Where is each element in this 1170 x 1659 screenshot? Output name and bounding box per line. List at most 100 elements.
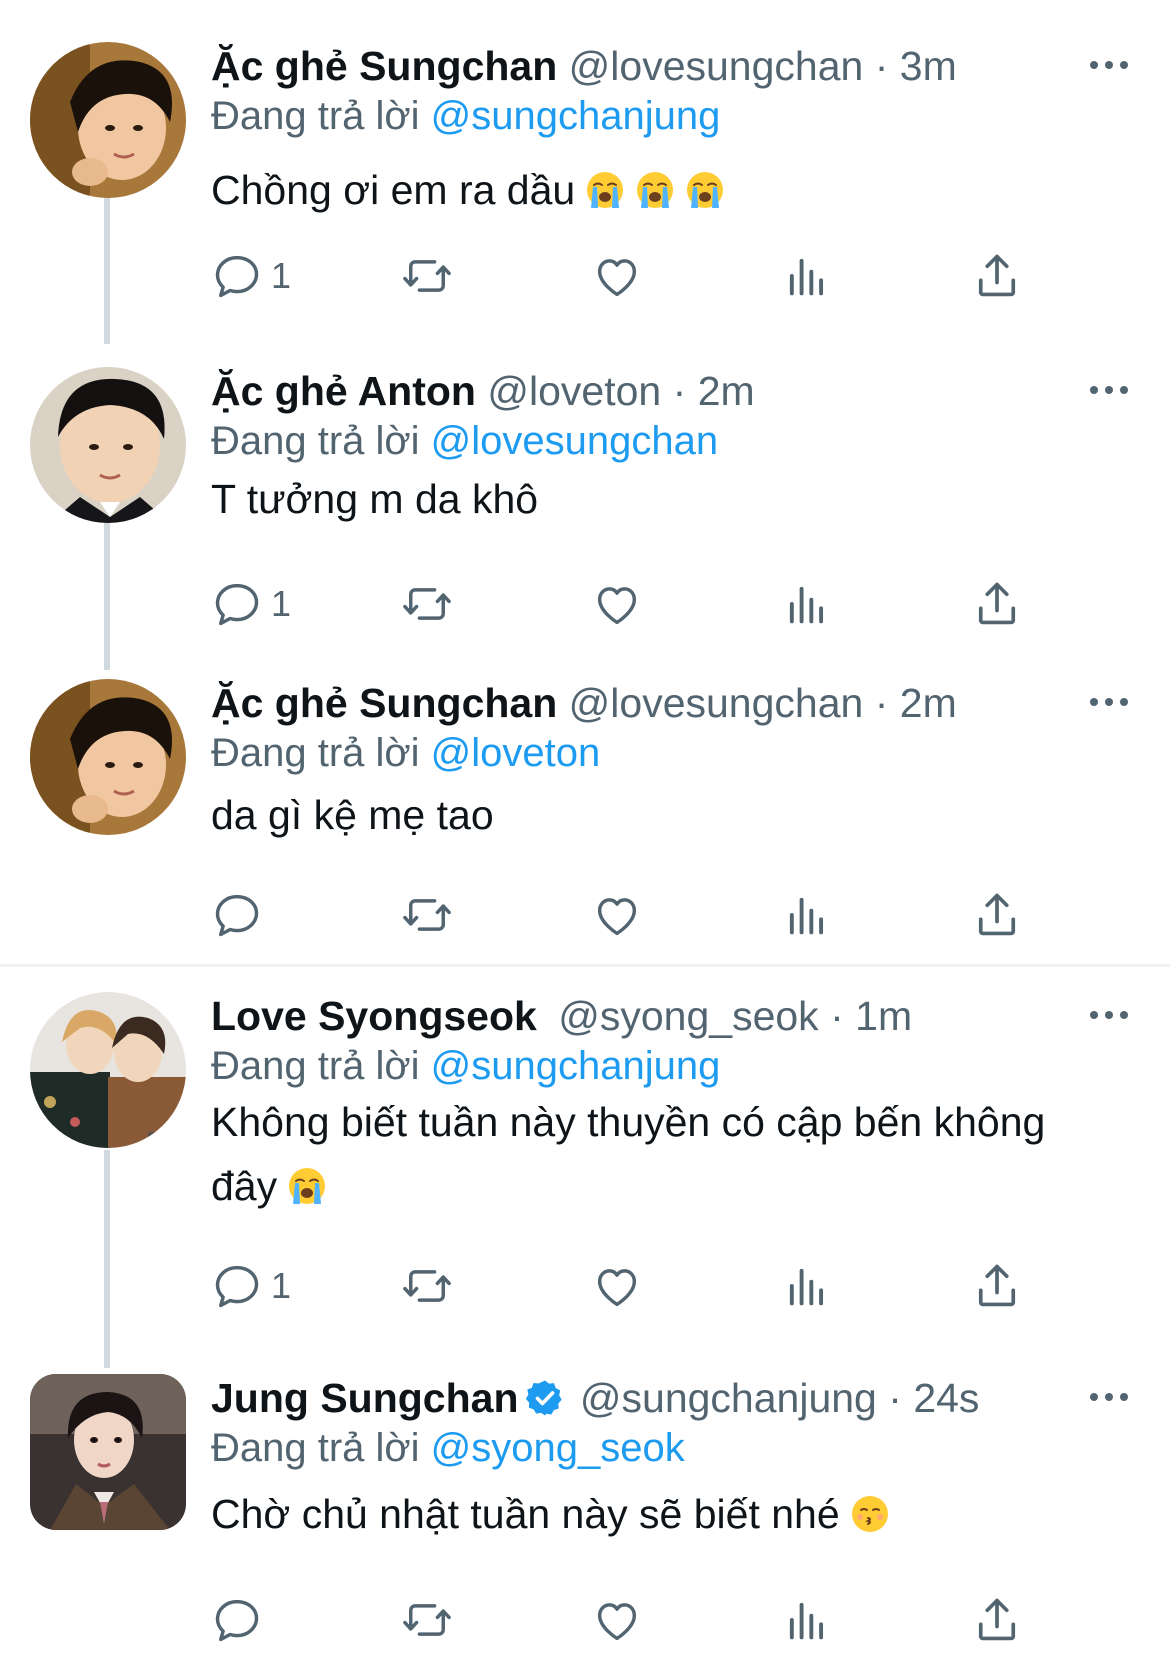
avatar-image <box>30 367 186 523</box>
handle[interactable]: @syong_seok <box>558 993 818 1039</box>
tweet-text: Chồng ơi em ra dầu <box>211 158 1131 222</box>
like-button[interactable] <box>591 1258 643 1314</box>
heart-icon <box>591 250 643 302</box>
handle[interactable]: @sungchanjung <box>580 1375 877 1421</box>
tweet-header: Jung Sungchan @sungchanjung · 24s <box>211 1374 979 1422</box>
analytics-button[interactable] <box>781 1258 833 1314</box>
reply-button[interactable]: 1 <box>211 248 291 304</box>
tweet-text-content: đây <box>211 1163 278 1209</box>
mention-link[interactable]: @syong_seok <box>431 1426 685 1470</box>
share-button[interactable] <box>971 248 1023 304</box>
replying-to-label: Đang trả lời <box>211 1426 420 1470</box>
avatar[interactable] <box>30 367 186 523</box>
analytics-button[interactable] <box>781 576 833 632</box>
tweet[interactable]: Jung Sungchan @sungchanjung · 24s Đang t… <box>0 1374 1170 1659</box>
analytics-button[interactable] <box>781 248 833 304</box>
mention-link[interactable]: @sungchanjung <box>431 94 721 138</box>
tweet-header: Ặc ghẻ Sungchan @lovesungchan · 3m <box>211 42 957 90</box>
tweet[interactable]: Ặc ghẻ Anton @loveton · 2m Đang trả lời … <box>0 367 1170 657</box>
loudly-crying-face-emoji <box>685 170 725 210</box>
retweet-icon <box>401 1260 453 1312</box>
action-bar: 1 <box>211 576 1091 632</box>
retweet-icon <box>401 889 453 941</box>
handle[interactable]: @loveton <box>487 368 661 414</box>
display-name[interactable]: Ặc ghẻ Sungchan <box>211 680 557 726</box>
share-button[interactable] <box>971 1592 1023 1648</box>
retweet-icon <box>401 578 453 630</box>
retweet-button[interactable] <box>401 248 453 304</box>
tweet-text-line: Không biết tuần này thuyền có cập bến kh… <box>211 1099 1046 1145</box>
tweet[interactable]: Ặc ghẻ Sungchan @lovesungchan · 2m Đang … <box>0 679 1170 949</box>
share-button[interactable] <box>971 887 1023 943</box>
display-name[interactable]: Love Syongseok <box>211 993 537 1039</box>
more-icon[interactable] <box>1086 50 1132 80</box>
avatar-image <box>30 42 186 198</box>
tweet-text: T tưởng m da khô <box>211 467 1131 531</box>
action-bar: 1 <box>211 1258 1091 1314</box>
mention-link[interactable]: @loveton <box>431 731 601 775</box>
reply-button[interactable] <box>211 1592 271 1648</box>
replying-to-label: Đang trả lời <box>211 419 420 463</box>
like-button[interactable] <box>591 248 643 304</box>
timestamp[interactable]: 24s <box>913 1375 979 1421</box>
timestamp[interactable]: 2m <box>900 680 957 726</box>
reply-button[interactable] <box>211 887 271 943</box>
display-name[interactable]: Jung Sungchan <box>211 1375 519 1421</box>
retweet-icon <box>401 250 453 302</box>
reply-icon <box>211 1260 263 1312</box>
timestamp[interactable]: 3m <box>900 43 957 89</box>
more-icon[interactable] <box>1086 1382 1132 1412</box>
avatar[interactable] <box>30 992 186 1148</box>
tweet-text-content: T tưởng m da khô <box>211 476 539 522</box>
more-icon[interactable] <box>1086 375 1132 405</box>
share-icon <box>971 250 1023 302</box>
heart-icon <box>591 1260 643 1312</box>
like-button[interactable] <box>591 887 643 943</box>
avatar[interactable] <box>30 679 186 835</box>
tweet-text-content: Chờ chủ nhật tuần này sẽ biết nhé <box>211 1491 840 1537</box>
analytics-icon <box>781 1594 833 1646</box>
retweet-button[interactable] <box>401 576 453 632</box>
tweet-text: Chờ chủ nhật tuần này sẽ biết nhé <box>211 1482 1131 1546</box>
like-button[interactable] <box>591 576 643 632</box>
more-icon[interactable] <box>1086 687 1132 717</box>
analytics-button[interactable] <box>781 887 833 943</box>
retweet-button[interactable] <box>401 887 453 943</box>
retweet-button[interactable] <box>401 1592 453 1648</box>
reply-button[interactable]: 1 <box>211 1258 291 1314</box>
replying-to: Đang trả lời @syong_seok <box>211 1424 685 1472</box>
handle[interactable]: @lovesungchan <box>569 43 864 89</box>
tweet-text: Không biết tuần này thuyền có cập bến kh… <box>211 1090 1131 1218</box>
handle[interactable]: @lovesungchan <box>569 680 864 726</box>
avatar-image <box>30 679 186 835</box>
verified-badge-icon <box>525 1378 565 1418</box>
replying-to: Đang trả lời @loveton <box>211 729 600 777</box>
reply-button[interactable]: 1 <box>211 576 291 632</box>
share-button[interactable] <box>971 576 1023 632</box>
avatar[interactable] <box>30 1374 186 1530</box>
tweet-text-line: đây <box>211 1154 1131 1218</box>
loudly-crying-face-emoji <box>635 170 675 210</box>
like-button[interactable] <box>591 1592 643 1648</box>
retweet-button[interactable] <box>401 1258 453 1314</box>
share-button[interactable] <box>971 1258 1023 1314</box>
tweet[interactable]: Ặc ghẻ Sungchan @lovesungchan · 3m Đang … <box>0 42 1170 332</box>
heart-icon <box>591 889 643 941</box>
timestamp[interactable]: 2m <box>698 368 755 414</box>
avatar[interactable] <box>30 42 186 198</box>
tweet-header: Love Syongseok @syong_seok · 1m <box>211 992 912 1040</box>
timestamp[interactable]: 1m <box>855 993 912 1039</box>
more-icon[interactable] <box>1086 1000 1132 1030</box>
tweet[interactable]: Love Syongseok @syong_seok · 1m Đang trả… <box>0 992 1170 1352</box>
mention-link[interactable]: @sungchanjung <box>431 1044 721 1088</box>
tweet-header: Ặc ghẻ Sungchan @lovesungchan · 2m <box>211 679 957 727</box>
share-icon <box>971 1594 1023 1646</box>
reply-icon <box>211 250 263 302</box>
analytics-button[interactable] <box>781 1592 833 1648</box>
mention-link[interactable]: @lovesungchan <box>431 419 718 463</box>
display-name[interactable]: Ặc ghẻ Anton <box>211 368 476 414</box>
display-name[interactable]: Ặc ghẻ Sungchan <box>211 43 557 89</box>
avatar-image <box>30 992 186 1148</box>
tweet-text-content: Chồng ơi em ra dầu <box>211 167 576 213</box>
tweet-text-content: da gì kệ mẹ tao <box>211 792 494 838</box>
